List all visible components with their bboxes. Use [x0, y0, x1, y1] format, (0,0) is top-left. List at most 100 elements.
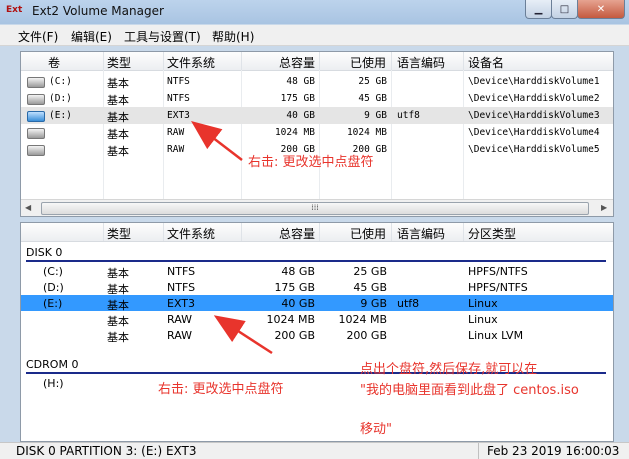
title-bar[interactable]: Ext Ext2 Volume Manager ▁ □ ✕ — [0, 0, 629, 24]
type-cell: 基本 — [107, 145, 129, 158]
col-codepage[interactable]: 语言编码 — [397, 54, 445, 71]
volume-row[interactable]: (C:) 基本 NTFS 48 GB 25 GB \Device\Harddis… — [21, 73, 613, 90]
volume-cell: (D:) — [43, 281, 64, 294]
device-cell: \Device\HarddiskVolume5 — [468, 144, 600, 155]
col-type[interactable]: 类型 — [107, 54, 131, 71]
annotation-save-line1: 点出个盘符,然后保存,就可以在 — [360, 362, 538, 377]
partition-row[interactable]: (D:) 基本 NTFS 175 GB 45 GB HPFS/NTFS — [21, 279, 613, 296]
annotation-top: 右击: 更改选中点盘符 — [248, 155, 374, 170]
col-used[interactable]: 已使用 — [350, 225, 386, 242]
used-cell: 45 GB — [353, 281, 387, 294]
used-cell: 25 GB — [358, 76, 387, 87]
volume-cell: (E:) — [49, 110, 72, 121]
close-button[interactable]: ✕ — [577, 0, 625, 19]
used-cell: 200 GB — [346, 329, 387, 342]
total-cell: 40 GB — [281, 297, 315, 310]
used-cell: 25 GB — [353, 265, 387, 278]
total-cell: 175 GB — [274, 281, 315, 294]
menu-tools[interactable]: 工具与设置(T) — [124, 28, 201, 45]
fs-cell: EXT3 — [167, 110, 190, 121]
partition-type-cell: Linux — [468, 297, 498, 310]
total-cell: 1024 MB — [274, 127, 315, 138]
fs-cell: NTFS — [167, 281, 196, 294]
scroll-left-icon[interactable]: ◀ — [25, 203, 31, 212]
used-cell: 9 GB — [364, 110, 387, 121]
device-cell: \Device\HarddiskVolume3 — [468, 110, 600, 121]
col-total[interactable]: 总容量 — [279, 54, 315, 71]
close-icon: ✕ — [596, 3, 606, 15]
col-total[interactable]: 总容量 — [279, 225, 315, 242]
total-cell: 175 GB — [280, 93, 315, 104]
disk0-label[interactable]: DISK 0 — [26, 246, 62, 259]
disk-list-header: 类型 文件系统 总容量 已使用 语言编码 分区类型 — [21, 223, 613, 242]
type-cell: 基本 — [107, 111, 129, 124]
volume-row[interactable]: 基本 RAW 1024 MB 1024 MB \Device\HarddiskV… — [21, 124, 613, 141]
volume-row[interactable]: (D:) 基本 NTFS 175 GB 45 GB \Device\Harddi… — [21, 90, 613, 107]
fs-cell: RAW — [167, 313, 192, 326]
fs-cell: RAW — [167, 144, 185, 155]
scroll-right-icon[interactable]: ▶ — [601, 203, 607, 212]
disk-icon — [27, 145, 45, 156]
total-cell: 48 GB — [286, 76, 315, 87]
volume-cell: (E:) — [43, 297, 63, 310]
volume-list-panel: 卷 类型 文件系统 总容量 已使用 语言编码 设备名 (C:) 基本 NTFS … — [20, 51, 614, 217]
col-device[interactable]: 设备名 — [468, 54, 504, 71]
cdrom0-label[interactable]: CDROM 0 — [26, 358, 78, 371]
menu-edit[interactable]: 编辑(E) — [71, 28, 112, 45]
partition-row[interactable]: (C:) 基本 NTFS 48 GB 25 GB HPFS/NTFS — [21, 263, 613, 280]
col-filesystem[interactable]: 文件系统 — [167, 54, 215, 71]
fs-cell: RAW — [167, 127, 185, 138]
partition-type-cell: Linux — [468, 313, 498, 326]
annotation-save-line3: 移动" — [360, 422, 392, 437]
volume-row-selected[interactable]: (E:) 基本 EXT3 40 GB 9 GB utf8 \Device\Har… — [21, 107, 613, 124]
partition-row-selected[interactable]: (E:) 基本 EXT3 40 GB 9 GB utf8 Linux — [21, 295, 613, 312]
col-type[interactable]: 类型 — [107, 225, 131, 242]
horizontal-scrollbar[interactable]: ◀ ⁞⁞⁞ ▶ — [21, 199, 613, 216]
type-cell: 基本 — [107, 77, 129, 90]
scroll-thumb[interactable]: ⁞⁞⁞ — [41, 202, 589, 215]
app-icon: Ext — [6, 5, 23, 15]
annotation-save-line2: "我的电脑里面看到此盘了 centos.iso — [360, 383, 579, 398]
fs-cell: RAW — [167, 329, 192, 342]
total-cell: 40 GB — [286, 110, 315, 121]
disk-list-panel: 类型 文件系统 总容量 已使用 语言编码 分区类型 DISK 0 (C:) 基本… — [20, 222, 614, 442]
volume-cell: (H:) — [43, 377, 64, 390]
total-cell: 1024 MB — [266, 313, 315, 326]
used-cell: 45 GB — [358, 93, 387, 104]
partition-type-cell: HPFS/NTFS — [468, 281, 528, 294]
partition-row[interactable]: 基本 RAW 200 GB 200 GB Linux LVM — [21, 327, 613, 344]
used-cell: 1024 MB — [346, 127, 387, 138]
minimize-icon: ▁ — [534, 3, 543, 15]
menu-file[interactable]: 文件(F) — [18, 28, 58, 45]
used-cell: 9 GB — [360, 297, 387, 310]
partition-type-cell: Linux LVM — [468, 329, 524, 342]
volume-cell: (C:) — [43, 265, 63, 278]
volume-cell: (D:) — [49, 93, 72, 104]
volume-cell: (C:) — [49, 76, 72, 87]
disk-icon — [27, 77, 45, 88]
fs-cell: NTFS — [167, 76, 190, 87]
partition-row[interactable]: 基本 RAW 1024 MB 1024 MB Linux — [21, 311, 613, 328]
fs-cell: NTFS — [167, 265, 196, 278]
device-cell: \Device\HarddiskVolume2 — [468, 93, 600, 104]
col-used[interactable]: 已使用 — [350, 54, 386, 71]
window-title: Ext2 Volume Manager — [32, 4, 164, 18]
used-cell: 1024 MB — [338, 313, 387, 326]
total-cell: 48 GB — [281, 265, 315, 278]
disk0-divider — [26, 260, 606, 262]
maximize-button[interactable]: □ — [551, 0, 578, 19]
type-cell: 基本 — [107, 128, 129, 141]
col-codepage[interactable]: 语言编码 — [397, 225, 445, 242]
status-partition-info: DISK 0 PARTITION 3: (E:) EXT3 — [16, 444, 197, 458]
col-filesystem[interactable]: 文件系统 — [167, 225, 215, 242]
status-bar: DISK 0 PARTITION 3: (E:) EXT3 Feb 23 201… — [0, 442, 629, 459]
fs-cell: NTFS — [167, 93, 190, 104]
annotation-bottom: 右击: 更改选中点盘符 — [158, 382, 284, 397]
volume-list-header: 卷 类型 文件系统 总容量 已使用 语言编码 设备名 — [21, 52, 613, 71]
col-volume[interactable]: 卷 — [48, 54, 60, 71]
col-partition-type[interactable]: 分区类型 — [468, 225, 516, 242]
minimize-button[interactable]: ▁ — [525, 0, 552, 19]
disk-icon — [27, 128, 45, 139]
menu-help[interactable]: 帮助(H) — [212, 28, 254, 45]
partition-type-cell: HPFS/NTFS — [468, 265, 528, 278]
